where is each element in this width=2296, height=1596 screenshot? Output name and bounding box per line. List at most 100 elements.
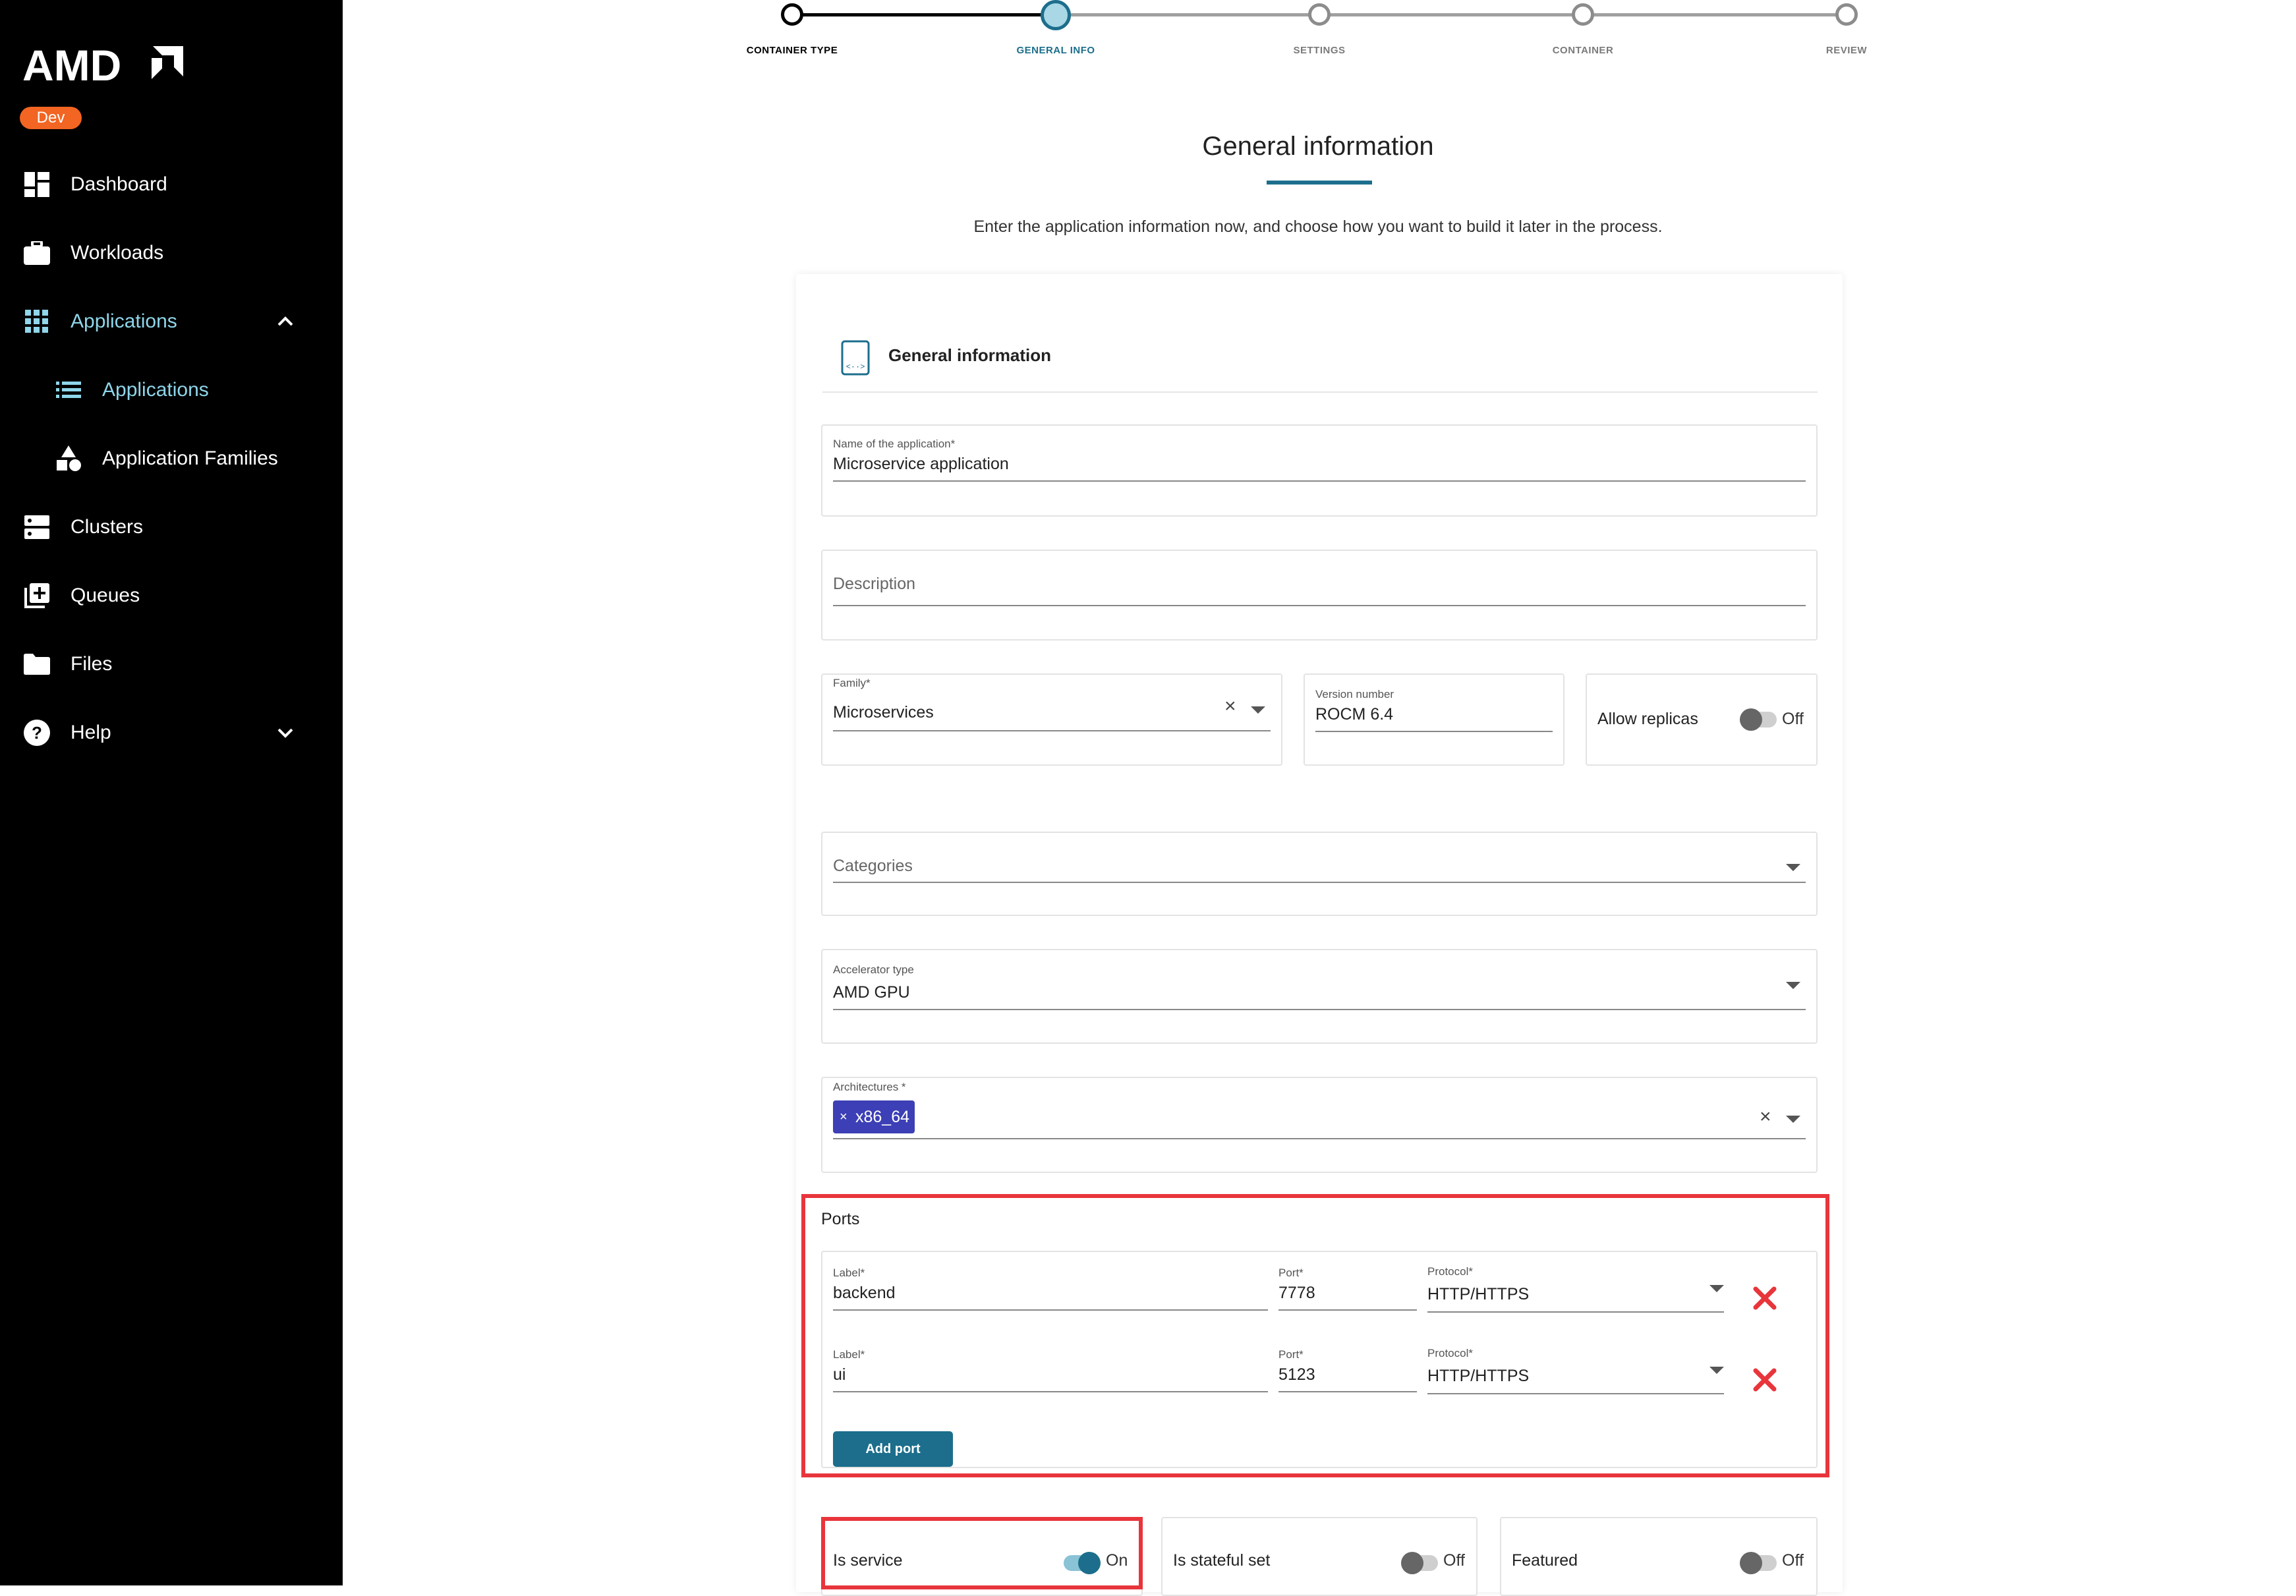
architecture-chip[interactable]: × x86_64: [833, 1100, 915, 1133]
chevron-down-icon[interactable]: [275, 723, 295, 743]
list-icon: [55, 377, 82, 403]
port-number-label: Port*: [1278, 1267, 1304, 1279]
help-circle-icon: ?: [24, 720, 50, 746]
add-port-button[interactable]: Add port: [833, 1431, 953, 1467]
version-value[interactable]: ROCM 6.4: [1315, 705, 1393, 724]
application-name-label: Name of the application*: [833, 438, 956, 450]
accelerator-select[interactable]: [821, 949, 1818, 1044]
sidebar-item-applications[interactable]: Applications: [0, 292, 343, 351]
sidebar-item-workloads[interactable]: Workloads: [0, 223, 343, 283]
is-service-label: Is service: [833, 1551, 903, 1570]
sidebar-item-help[interactable]: ? Help: [0, 703, 343, 762]
svg-text:AMD: AMD: [22, 41, 121, 87]
step-dot-settings[interactable]: [1308, 3, 1331, 26]
port-label-input[interactable]: backend: [833, 1284, 896, 1303]
allow-replicas-state: Off: [1782, 710, 1804, 728]
apps-grid-icon: [24, 308, 50, 335]
port-number-input[interactable]: 7778: [1278, 1284, 1315, 1303]
server-icon: [24, 514, 50, 540]
step-label-review[interactable]: REVIEW: [1826, 45, 1867, 56]
code-file-icon: <··>: [841, 340, 870, 376]
step-dot-review[interactable]: [1835, 3, 1858, 26]
port-number-underline: [1278, 1309, 1417, 1311]
environment-badge: Dev: [20, 107, 82, 129]
sidebar-item-label: Applications: [71, 310, 177, 332]
step-label-container-type[interactable]: CONTAINER TYPE: [747, 45, 838, 56]
protocol-dropdown-icon[interactable]: [1709, 1285, 1724, 1292]
section-divider: [822, 391, 1818, 393]
family-label: Family*: [833, 677, 871, 689]
delete-port-icon[interactable]: [1752, 1285, 1778, 1311]
port-number-underline: [1278, 1391, 1417, 1392]
is-service-toggle[interactable]: [1064, 1552, 1101, 1574]
step-dot-container-type[interactable]: [781, 3, 803, 26]
delete-port-icon[interactable]: [1752, 1367, 1778, 1393]
categories-dropdown-icon[interactable]: [1786, 864, 1800, 871]
accelerator-dropdown-icon[interactable]: [1786, 982, 1800, 989]
accelerator-value[interactable]: AMD GPU: [833, 983, 910, 1002]
page-title: General information: [1202, 132, 1434, 161]
port-protocol-underline: [1427, 1393, 1724, 1394]
port-label-label: Label*: [833, 1267, 865, 1279]
application-name-underline: [833, 480, 1806, 482]
sidebar-item-label: Help: [71, 722, 111, 743]
sidebar-item-label: Queues: [71, 584, 140, 606]
port-label-underline: [833, 1309, 1268, 1311]
featured-toggle[interactable]: [1740, 1552, 1777, 1574]
sidebar-item-queues[interactable]: Queues: [0, 566, 343, 625]
sidebar-item-label: Dashboard: [71, 173, 167, 195]
allow-replicas-label: Allow replicas: [1597, 710, 1698, 728]
sidebar-item-files[interactable]: Files: [0, 635, 343, 694]
categories-underline: [833, 882, 1806, 883]
chevron-up-icon[interactable]: [275, 312, 295, 331]
categories-select[interactable]: [821, 832, 1818, 916]
dashboard-icon: [24, 171, 50, 198]
port-protocol-select[interactable]: HTTP/HTTPS: [1427, 1285, 1529, 1304]
port-label-underline: [833, 1391, 1268, 1392]
step-dot-general-info[interactable]: [1041, 0, 1071, 30]
port-protocol-select[interactable]: HTTP/HTTPS: [1427, 1367, 1529, 1386]
description-underline: [833, 605, 1806, 606]
architectures-dropdown-icon[interactable]: [1786, 1116, 1800, 1123]
architectures-select[interactable]: [821, 1077, 1818, 1173]
sidebar-item-application-families[interactable]: Application Families: [0, 429, 343, 488]
sidebar-item-label: Applications: [102, 379, 209, 401]
family-value[interactable]: Microservices: [833, 703, 934, 722]
title-underline: [1267, 181, 1372, 185]
stepper-track-line: [1056, 13, 1847, 16]
step-label-general-info[interactable]: GENERAL INFO: [1016, 45, 1095, 56]
version-underline: [1315, 731, 1553, 732]
chip-label: x86_64: [855, 1108, 910, 1126]
sidebar-item-label: Files: [71, 653, 113, 675]
svg-text:<··>: <··>: [846, 362, 865, 372]
step-label-container[interactable]: CONTAINER: [1553, 45, 1614, 56]
family-clear-icon[interactable]: ×: [1224, 697, 1236, 716]
family-underline: [833, 730, 1271, 731]
accelerator-label: Accelerator type: [833, 963, 914, 976]
allow-replicas-toggle[interactable]: [1740, 708, 1777, 731]
architectures-clear-icon[interactable]: ×: [1760, 1107, 1771, 1127]
is-stateful-set-toggle[interactable]: [1401, 1552, 1438, 1574]
sidebar-item-applications-list[interactable]: Applications: [0, 360, 343, 420]
amd-logo[interactable]: AMD: [22, 41, 187, 87]
shapes-icon: [55, 445, 82, 472]
application-name-value[interactable]: Microservice application: [833, 455, 1009, 474]
chip-remove-icon[interactable]: ×: [840, 1100, 847, 1133]
is-stateful-set-state: Off: [1443, 1551, 1465, 1570]
description-placeholder[interactable]: Description: [833, 575, 915, 594]
protocol-dropdown-icon[interactable]: [1709, 1367, 1724, 1374]
port-label-input[interactable]: ui: [833, 1365, 846, 1384]
port-number-input[interactable]: 5123: [1278, 1365, 1315, 1384]
description-field[interactable]: [821, 550, 1818, 641]
sidebar-item-dashboard[interactable]: Dashboard: [0, 155, 343, 214]
ports-list: [821, 1251, 1818, 1468]
family-dropdown-icon[interactable]: [1251, 706, 1265, 714]
step-label-settings[interactable]: SETTINGS: [1293, 45, 1345, 56]
sidebar-item-clusters[interactable]: Clusters: [0, 498, 343, 557]
port-label-label: Label*: [833, 1348, 865, 1361]
categories-placeholder[interactable]: Categories: [833, 857, 913, 876]
sidebar-item-label: Clusters: [71, 516, 144, 538]
sidebar-item-label: Application Families: [102, 447, 278, 469]
step-dot-container[interactable]: [1572, 3, 1594, 26]
port-protocol-underline: [1427, 1311, 1724, 1313]
